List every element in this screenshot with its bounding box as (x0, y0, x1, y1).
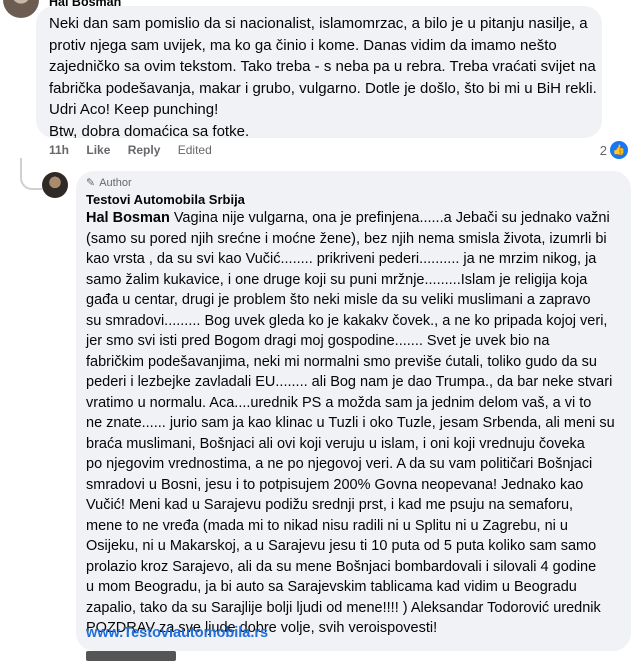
reaction-summary[interactable]: 2 👍 (600, 141, 628, 159)
like-icon: 👍 (610, 141, 628, 159)
reply-line: pederi i lezbejke zavladali EU........ a… (86, 374, 613, 390)
website-link[interactable]: www.Testoviautomobila.rs (86, 625, 268, 641)
reply-line: Vučić! Meni kad u Sarajevu podižu srednj… (86, 497, 574, 513)
reply-author[interactable]: Testovi Automobila Srbija (86, 192, 245, 207)
author-badge-label: Author (99, 176, 132, 189)
reply-text: Hal Bosman Vagina nije vulgarna, ona je … (86, 208, 631, 639)
top-comment-line: protiv njega sam uvijek, ma ko ga činio … (49, 36, 557, 54)
reply-line: mene to ne vređa (mada mi to nikad nisu … (86, 517, 568, 534)
like-button[interactable]: Like (86, 143, 110, 157)
attached-image-thumbnail[interactable] (86, 651, 176, 661)
thread-connector (20, 158, 42, 190)
reply-line: gađa u centar, drugi je problem što neki… (86, 292, 591, 308)
reply-line: jer smo svi isti pred Bogom dragi moj go… (86, 333, 550, 349)
top-comment-line: fabrička podešavanja, makar i grubo, vul… (49, 79, 597, 97)
reply-line: u mom Beogradu, ja bi auto sa Sarajevski… (86, 579, 577, 595)
comment-time[interactable]: 11h (49, 143, 69, 157)
top-comment-text: Neki dan sam pomislio da si nacionalist,… (49, 13, 609, 142)
top-comment-line: Neki dan sam pomislio da si nacionalist,… (49, 15, 588, 32)
top-comment-actions: 11h Like Reply Edited (49, 143, 226, 157)
reply-line: po njegovim vrednostima, a ne po njegovo… (86, 456, 593, 472)
reply-line: (samo su pored njih srećne i moćne žene)… (86, 230, 607, 247)
reply-line: smradovi u Bosni, jesu i to potpisujem 2… (86, 476, 584, 493)
edited-label[interactable]: Edited (178, 143, 212, 157)
reply-button[interactable]: Reply (128, 143, 161, 157)
top-comment-author[interactable]: Hal Bosman (49, 0, 121, 9)
reply-line: zapalio, tako da su Sarajlije bolji ljud… (86, 599, 601, 616)
mention-link[interactable]: Hal Bosman (86, 210, 170, 226)
top-comment-line: Udri Aco! Keep punching! (49, 101, 219, 118)
author-badge: ✎ Author (86, 176, 132, 190)
top-avatar[interactable] (3, 0, 39, 18)
reaction-count: 2 (599, 142, 607, 158)
top-comment-line: Btw, dobra domaćica sa fotke. (49, 122, 250, 140)
top-comment-line: zajedničko sa ovim tekstom. Tako treba -… (49, 58, 596, 75)
reply-line: ne znate...... jurio sam ja kao klinac u… (86, 415, 615, 431)
reply-line: vratimo u normalu. Aca....urednik PS a m… (86, 394, 592, 411)
reply-line: fabričkim podešavanjima, neki mi normaln… (86, 353, 597, 370)
reply-line: Osijeku, ni u Makarskoj, a u Sarajevu je… (86, 538, 597, 554)
pencil-icon: ✎ (86, 177, 96, 189)
reply-avatar[interactable] (42, 172, 68, 198)
reply-first-line: Hal Bosman Vagina nije vulgarna, ona je … (86, 208, 631, 229)
reply-line: kao vrsta , da su svi kao Vučić........ … (86, 251, 597, 267)
reply-line-text: Vagina nije vulgarna, ona je prefinjena.… (169, 210, 610, 226)
reply-line: samo žalim kukavice, i one druge koji su… (86, 271, 588, 288)
reply-line: prolazio kroz Sarajevo, ali da su mene B… (86, 558, 597, 575)
reply-line: su smradovi......... Bog uvek gleda ko j… (86, 312, 608, 329)
reply-line: braća muslimani, Bošnjaci ali ovi koji v… (86, 435, 585, 452)
